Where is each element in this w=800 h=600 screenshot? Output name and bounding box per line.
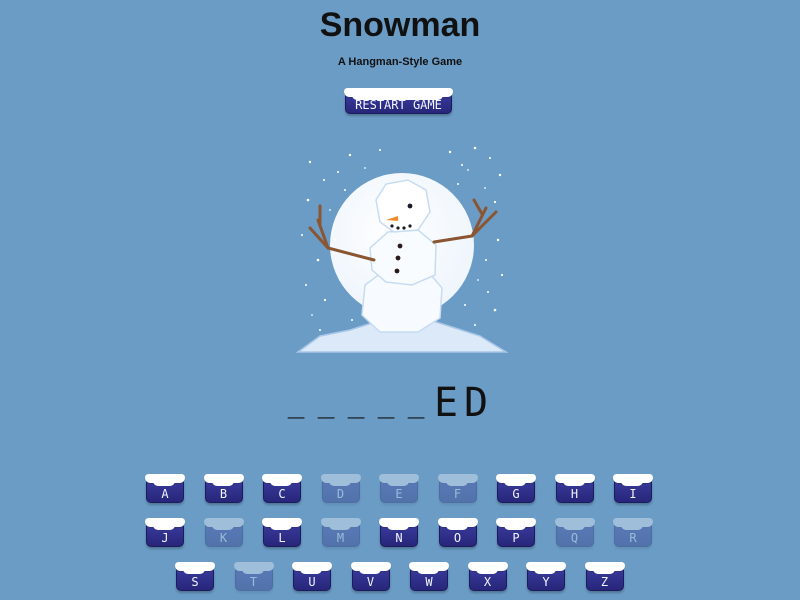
letter-key-label: Y	[542, 575, 550, 589]
letter-key-e: E	[379, 474, 419, 503]
snow-cap-decoration	[496, 474, 536, 486]
letter-key-f: F	[437, 474, 478, 503]
letter-key-l[interactable]: L	[262, 518, 302, 547]
letter-key-u[interactable]: U	[292, 562, 332, 591]
letter-key-label: I	[629, 487, 637, 501]
snow-cap-decoration	[554, 474, 595, 486]
snow-cap-decoration	[584, 562, 625, 574]
word-letter-slot: _	[407, 386, 425, 419]
letter-key-m: M	[320, 518, 361, 547]
letter-key-label: H	[570, 487, 579, 501]
snow-cap-decoration	[613, 518, 653, 530]
letter-key-label: S	[191, 575, 199, 589]
snowman-body	[369, 229, 437, 286]
letter-key-q: Q	[554, 518, 595, 547]
snow-cap-decoration	[496, 518, 536, 530]
letter-key-label: B	[219, 487, 228, 501]
snow-cap-decoration	[320, 518, 361, 530]
letter-key-y[interactable]: Y	[526, 562, 566, 591]
snowman-illustration	[295, 146, 509, 353]
letter-key-i[interactable]: I	[613, 474, 653, 503]
snow-cap-decoration	[262, 518, 302, 530]
letter-key-x[interactable]: X	[467, 562, 508, 591]
letter-key-d: D	[320, 474, 361, 503]
snow-cap-decoration	[409, 562, 449, 574]
snow-cap-decoration	[467, 562, 508, 574]
word-letter-slot: _	[377, 386, 395, 419]
letter-key-label: F	[453, 487, 462, 501]
word-letter-slot: _	[347, 386, 365, 419]
snow-cap-decoration	[203, 518, 244, 530]
snow-cap-decoration	[379, 474, 419, 486]
letter-key-s[interactable]: S	[175, 562, 215, 591]
snow-cap-decoration	[437, 518, 478, 530]
word-letter-slot: D	[464, 380, 489, 426]
letter-key-label: M	[336, 531, 345, 545]
word-display: _ _ _ _ _ E D	[284, 375, 489, 426]
snow-cap-decoration	[526, 562, 566, 574]
snow-cap-decoration	[292, 562, 332, 574]
letter-key-label: K	[219, 531, 228, 545]
letter-key-label: Q	[570, 531, 579, 545]
snow-cap-decoration	[320, 474, 361, 486]
letter-key-label: O	[453, 531, 462, 545]
snow-cap-decoration	[145, 474, 185, 486]
letter-key-label: R	[629, 531, 637, 545]
word-letter-slot: _	[317, 386, 335, 419]
snow-cap-decoration	[437, 474, 478, 486]
restart-game-label: RESTART GAME	[355, 98, 442, 112]
letter-key-label: E	[395, 487, 403, 501]
letter-key-label: X	[483, 575, 492, 589]
letter-key-t: T	[233, 562, 274, 591]
letter-key-j[interactable]: J	[145, 518, 185, 547]
restart-game-button[interactable]: RESTART GAME	[344, 88, 453, 114]
letter-key-label: D	[336, 487, 345, 501]
snow-cap-decoration	[613, 474, 653, 486]
game-title: Snowman	[319, 6, 481, 44]
letter-key-a[interactable]: A	[145, 474, 185, 503]
eye-icon	[407, 203, 413, 209]
snow-cap-decoration	[203, 474, 244, 486]
letter-key-label: W	[425, 575, 433, 589]
letter-key-label: V	[366, 575, 375, 589]
letter-key-b[interactable]: B	[203, 474, 244, 503]
letter-key-label: C	[278, 487, 286, 501]
letter-key-g[interactable]: G	[496, 474, 536, 503]
game-subtitle: A Hangman-Style Game	[337, 56, 463, 68]
letter-key-n[interactable]: N	[379, 518, 419, 547]
letter-key-label: U	[308, 575, 316, 589]
letter-key-label: Z	[600, 575, 609, 589]
letter-key-z[interactable]: Z	[584, 562, 625, 591]
letter-key-v[interactable]: V	[350, 562, 391, 591]
snow-cap-decoration	[554, 518, 595, 530]
letter-key-p[interactable]: P	[496, 518, 536, 547]
snow-cap-decoration	[233, 562, 274, 574]
snow-cap-decoration	[379, 518, 419, 530]
letter-key-label: L	[278, 531, 286, 545]
letter-key-c[interactable]: C	[262, 474, 302, 503]
letter-key-o[interactable]: O	[437, 518, 478, 547]
letter-key-label: G	[512, 487, 520, 501]
letter-key-label: P	[512, 531, 520, 545]
letter-key-k: K	[203, 518, 244, 547]
letter-key-label: T	[249, 575, 258, 589]
letter-key-h[interactable]: H	[554, 474, 595, 503]
snow-cap-decoration	[145, 518, 185, 530]
letter-key-label: N	[395, 531, 403, 545]
word-letter-slot: _	[287, 386, 305, 419]
snowman-head	[375, 179, 431, 233]
letter-key-r: R	[613, 518, 653, 547]
letter-key-label: A	[161, 487, 169, 501]
snow-cap-decoration	[175, 562, 215, 574]
snow-cap-decoration	[262, 474, 302, 486]
word-letter-slot: E	[434, 380, 459, 426]
letter-key-label: J	[161, 531, 169, 545]
snow-cap-decoration	[350, 562, 391, 574]
snow-cap-decoration	[344, 88, 453, 100]
letter-key-w[interactable]: W	[409, 562, 449, 591]
